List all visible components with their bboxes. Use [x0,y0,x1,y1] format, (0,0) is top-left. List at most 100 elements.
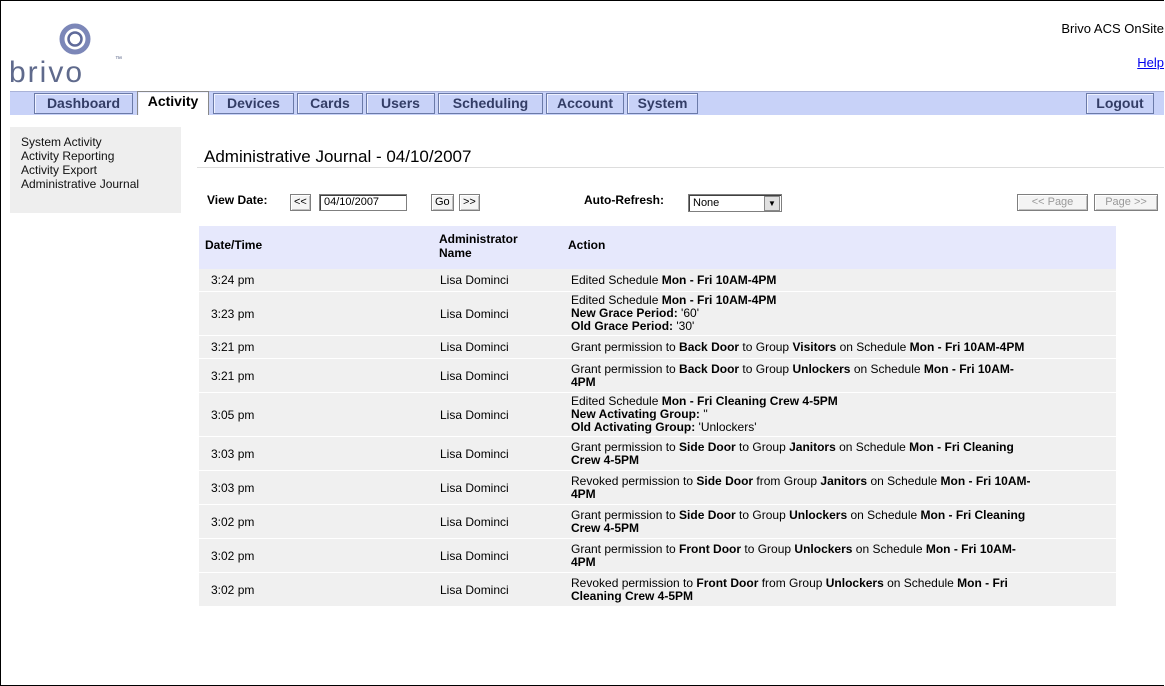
cell-action: Revoked permission to Side Door from Gro… [571,475,1111,501]
next-date-button[interactable]: >> [459,194,480,211]
brivo-logo: brivo ™ [9,23,129,91]
view-date-input[interactable]: 04/10/2007 [319,194,407,211]
go-button[interactable]: Go [431,194,454,211]
action-text: from Group [753,474,821,488]
table-row: 3:21 pm Lisa Dominci Grant permission to B… [199,336,1116,359]
action-emphasis: Mon - Fri Cleaning [909,440,1014,454]
cell-action: Grant permission to Back Door to Group V… [571,341,1111,354]
header-datetime: Date/Time [205,238,263,252]
cell-action: Grant permission to Front Door to Group … [571,543,1111,569]
prev-date-button[interactable]: << [290,194,311,211]
action-line: 4PM [571,556,1111,569]
action-emphasis: Unlockers [825,576,884,590]
product-name: Brivo ACS OnSite [1061,21,1164,36]
action-text: from Group [758,576,826,590]
action-text: Edited Schedule [571,293,662,307]
logout-button[interactable]: Logout [1086,93,1154,114]
cell-admin-name: Lisa Dominci [440,447,509,461]
action-text: Grant permission to [571,542,680,556]
action-emphasis: Visitors [792,340,837,354]
table-row: 3:24 pm Lisa Dominci Edited Schedule Mon -… [199,269,1116,292]
action-line: Grant permission to Side Door to Group J… [571,441,1111,454]
action-emphasis: Cleaning Crew 4-5PM [571,589,694,603]
action-text: Revoked permission to [571,576,697,590]
action-line: Crew 4-5PM [571,522,1111,535]
tab-account[interactable]: Account [546,93,624,114]
action-text: on Schedule [867,474,941,488]
page-title: Administrative Journal - 04/10/2007 [204,147,472,166]
auto-refresh-select[interactable]: None ▼ [688,194,782,212]
table-row: 3:03 pm Lisa Dominci Grant permission to S… [199,437,1116,471]
action-emphasis: Old Activating Group: [571,420,696,434]
action-emphasis: 4PM [571,375,596,389]
action-text: Grant permission to [571,362,680,376]
header-action: Action [568,238,606,252]
prev-page-button[interactable]: << Page [1017,194,1088,211]
tab-activity[interactable]: Activity [137,91,209,115]
action-emphasis: Mon - Fri 10AM- [925,542,1016,556]
next-page-button[interactable]: Page >> [1094,194,1158,211]
cell-datetime: 3:02 pm [211,583,255,597]
cell-admin-name: Lisa Dominci [440,307,509,321]
action-emphasis: Mon - Fri Cleaning [920,508,1026,522]
action-text: Grant permission to [571,440,680,454]
action-emphasis: Mon - Fri 10AM-4PM [661,293,777,307]
logo-ring-icon [59,23,91,55]
action-text: Grant permission to [571,340,680,354]
action-emphasis: Front Door [696,576,759,590]
action-emphasis: 4PM [571,555,596,569]
cell-datetime: 3:21 pm [211,340,255,354]
header-admin-name: Administrator Name [439,232,518,260]
action-line: Grant permission to Side Door to Group U… [571,509,1111,522]
cell-admin-name: Lisa Dominci [440,481,509,495]
action-text: to Group [735,440,790,454]
table-row: 3:02 pm Lisa Dominci Grant permission to S… [199,505,1116,539]
sidebar-item-activity-export[interactable]: Activity Export [10,163,181,177]
action-emphasis: Janitors [789,440,836,454]
sidebar-item-system-activity[interactable]: System Activity [10,127,181,149]
action-emphasis: Mon - Fri 10AM- [940,474,1031,488]
cell-datetime: 3:02 pm [211,515,255,529]
action-line: Edited Schedule Mon - Fri 10AM-4PM [571,274,1111,287]
cell-datetime: 3:21 pm [211,369,255,383]
tab-scheduling[interactable]: Scheduling [438,93,543,114]
action-emphasis: Mon - Fri 10AM-4PM [909,340,1025,354]
sidebar: System Activity Activity Reporting Activ… [10,127,181,213]
sidebar-item-activity-reporting[interactable]: Activity Reporting [10,149,181,163]
tab-system[interactable]: System [627,93,698,114]
sidebar-item-administrative-journal[interactable]: Administrative Journal [10,177,181,191]
logo-text: brivo [9,56,85,89]
table-row: 3:02 pm Lisa Dominci Revoked permission to… [199,573,1116,607]
help-link[interactable]: Help [1137,55,1164,70]
action-emphasis: Crew 4-5PM [571,521,640,535]
cell-datetime: 3:03 pm [211,447,255,461]
tab-cards[interactable]: Cards [297,93,363,114]
action-emphasis: Back Door [679,362,740,376]
action-emphasis: Unlockers [789,508,848,522]
tab-users[interactable]: Users [366,93,435,114]
dropdown-arrow-icon[interactable]: ▼ [764,196,780,211]
action-emphasis: New Grace Period: [571,306,678,320]
cell-admin-name: Lisa Dominci [440,273,509,287]
cell-action: Edited Schedule Mon - Fri 10AM-4PM New Gr… [571,294,1111,333]
cell-action: Edited Schedule Mon - Fri 10AM-4PM [571,274,1111,287]
action-text: to Group [739,362,793,376]
table-row: 3:02 pm Lisa Dominci Grant permission to F… [199,539,1116,573]
cell-action: Edited Schedule Mon - Fri Cleaning Crew … [571,395,1111,434]
tab-devices[interactable]: Devices [213,93,294,114]
action-text: on Schedule [852,542,926,556]
action-text: on Schedule [836,340,910,354]
action-emphasis: 4PM [571,487,596,501]
cell-admin-name: Lisa Dominci [440,549,509,563]
action-text: Edited Schedule [571,273,662,287]
table-row: 3:03 pm Lisa Dominci Revoked permission to… [199,471,1116,505]
action-text: to Group [741,542,795,556]
action-line: 4PM [571,488,1111,501]
cell-admin-name: Lisa Dominci [440,583,509,597]
action-text: Edited Schedule [571,394,662,408]
tab-dashboard[interactable]: Dashboard [34,93,133,114]
action-emphasis: Mon - Fri 10AM-4PM [661,273,777,287]
action-emphasis: Janitors [820,474,868,488]
cell-datetime: 3:02 pm [211,549,255,563]
action-text: on Schedule [847,508,921,522]
